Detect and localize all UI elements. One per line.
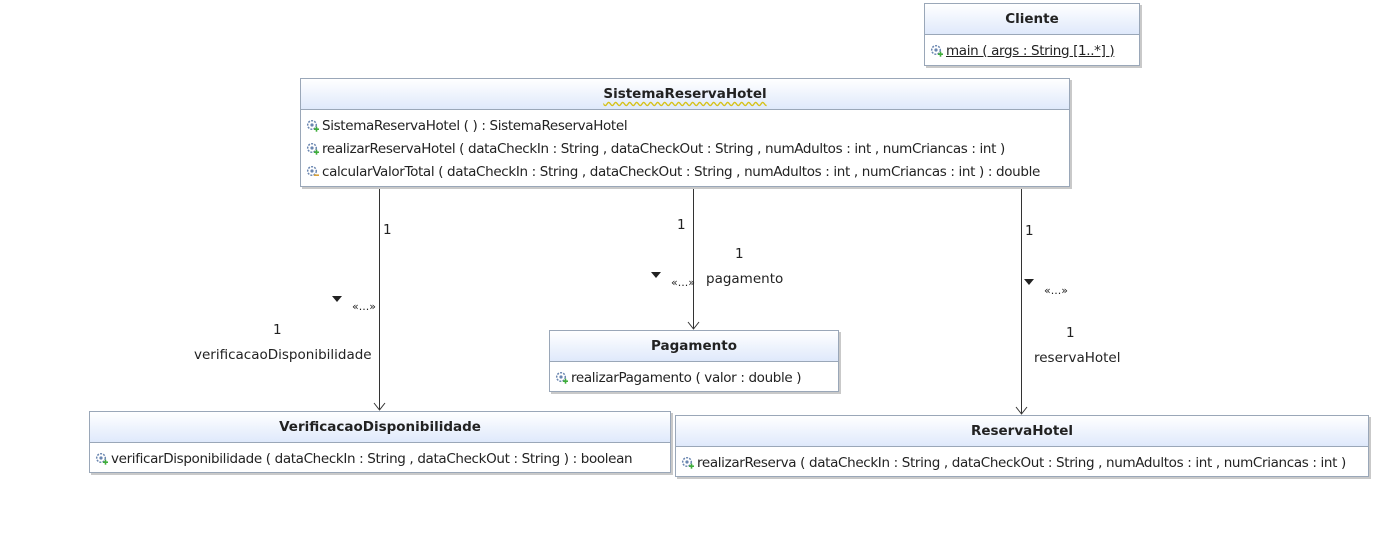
public-operation-icon — [306, 142, 319, 155]
role-reserva: reservaHotel — [1034, 350, 1121, 366]
operation-label: SistemaReservaHotel ( ) : SistemaReserva… — [322, 117, 628, 134]
operation-label: realizarPagamento ( valor : double ) — [571, 369, 802, 386]
stereotype-reserva: «...» — [1044, 284, 1068, 297]
class-reserva-hotel[interactable]: ReservaHotel realizarReserva ( dataCheck… — [675, 415, 1369, 477]
class-sistema-reserva-hotel[interactable]: SistemaReservaHotel SistemaReservaHotel … — [300, 78, 1070, 187]
direction-triangle-verificacao — [332, 296, 342, 302]
operation-realizar-reserva[interactable]: realizarReserva ( dataCheckIn : String ,… — [676, 451, 1368, 474]
operation-label: calcularValorTotal ( dataCheckIn : Strin… — [322, 163, 1040, 180]
operation-realizar-reserva-hotel[interactable]: realizarReservaHotel ( dataCheckIn : Str… — [301, 137, 1069, 160]
class-pagamento[interactable]: Pagamento realizarPagamento ( valor : do… — [549, 330, 839, 392]
public-operation-icon — [930, 44, 943, 57]
class-name-sistema-reserva-hotel: SistemaReservaHotel — [301, 79, 1069, 110]
multiplicity-source-reserva: 1 — [1025, 223, 1034, 239]
operation-main[interactable]: main ( args : String [1..*] ) — [925, 39, 1139, 62]
multiplicity-source-verificacao: 1 — [383, 222, 392, 238]
multiplicity-source-pagamento: 1 — [677, 217, 686, 233]
stereotype-pagamento: «...» — [671, 276, 695, 289]
operation-label: main ( args : String [1..*] ) — [946, 42, 1115, 59]
class-name-cliente: Cliente — [925, 4, 1139, 35]
multiplicity-target-verificacao: 1 — [273, 322, 282, 338]
public-operation-icon — [95, 452, 108, 465]
operation-label: verificarDisponibilidade ( dataCheckIn :… — [111, 450, 633, 467]
operation-label: realizarReserva ( dataCheckIn : String ,… — [697, 454, 1346, 471]
operation-calcular-valor-total[interactable]: calcularValorTotal ( dataCheckIn : Strin… — [301, 160, 1069, 183]
role-pagamento: pagamento — [706, 271, 784, 287]
stereotype-verificacao: «...» — [352, 300, 376, 313]
direction-triangle-reserva — [1024, 279, 1034, 285]
multiplicity-target-reserva: 1 — [1066, 325, 1075, 341]
class-verificacao-disponibilidade[interactable]: VerificacaoDisponibilidade verificarDisp… — [89, 411, 671, 473]
public-operation-icon — [555, 371, 568, 384]
class-name-reserva-hotel: ReservaHotel — [676, 416, 1368, 447]
class-name-verificacao-disponibilidade: VerificacaoDisponibilidade — [90, 412, 670, 443]
operation-realizar-pagamento[interactable]: realizarPagamento ( valor : double ) — [550, 366, 838, 389]
role-verificacao: verificacaoDisponibilidade — [194, 347, 372, 363]
multiplicity-target-pagamento: 1 — [735, 246, 744, 262]
public-operation-icon — [306, 119, 319, 132]
class-name-pagamento: Pagamento — [550, 331, 838, 362]
private-operation-icon — [306, 165, 319, 177]
class-cliente[interactable]: Cliente main ( args : String [1..*] ) — [924, 3, 1140, 66]
operation-constructor[interactable]: SistemaReservaHotel ( ) : SistemaReserva… — [301, 114, 1069, 137]
public-operation-icon — [681, 456, 694, 469]
direction-triangle-pagamento — [651, 272, 661, 278]
operation-label: realizarReservaHotel ( dataCheckIn : Str… — [322, 140, 1005, 157]
operation-verificar-disponibilidade[interactable]: verificarDisponibilidade ( dataCheckIn :… — [90, 447, 670, 470]
